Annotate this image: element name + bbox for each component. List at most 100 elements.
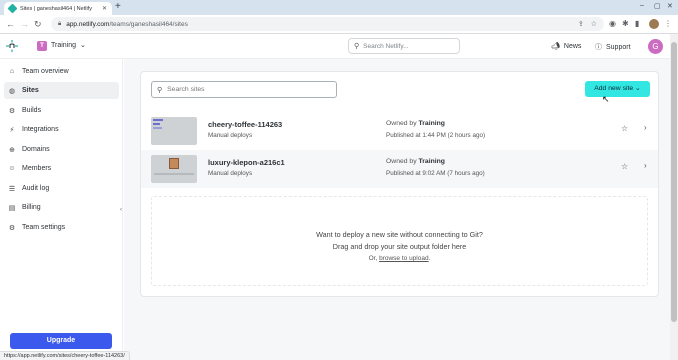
drag-drop-zone[interactable]: Want to deploy a new site without connec… <box>151 196 648 286</box>
forward-icon[interactable]: → <box>20 18 29 30</box>
sidebar-item-billing[interactable]: ▤ Billing <box>4 199 119 216</box>
sidebar-item-label: Domains <box>22 146 50 153</box>
sidebar-item-team-settings[interactable]: ⚙ Team settings <box>4 219 119 236</box>
collapse-sidebar-icon[interactable]: ‹ <box>120 207 122 213</box>
site-published: Published at 1:44 PM (2 hours ago) <box>386 132 486 139</box>
site-owner: Owned by Training <box>386 158 445 165</box>
address-bar[interactable]: 🔒︎ app.netlify.com/teams/ganeshasil464/s… <box>51 17 604 31</box>
search-netlify-input[interactable]: ⚲ Search Netlify... <box>348 38 460 54</box>
favorite-star-icon[interactable]: ☆ <box>621 162 628 171</box>
site-owner: Owned by Training <box>386 120 445 127</box>
search-sites-input[interactable] <box>167 86 318 93</box>
sidebar-item-integrations[interactable]: ⚡ Integrations <box>4 121 119 138</box>
help-icon: ⓘ <box>595 44 602 51</box>
close-icon[interactable]: ✕ <box>102 5 107 12</box>
netlify-logo-icon[interactable] <box>5 39 19 53</box>
site-name[interactable]: luxury-klepon-a216c1 <box>208 158 285 167</box>
sidebar-item-team-overview[interactable]: ⌂ Team overview <box>4 63 119 80</box>
support-label: Support <box>606 43 631 51</box>
main-content: ⚲ Add new site ⌄ ↖ cheery-toffee-114263 … <box>124 59 670 360</box>
tab-title: Sites | ganeshasil464 | Netlify <box>20 5 92 12</box>
chevron-right-icon[interactable]: › <box>644 161 647 170</box>
search-netlify-placeholder: Search Netlify... <box>363 42 409 50</box>
team-switcher[interactable]: Training <box>51 42 76 49</box>
back-icon[interactable]: ← <box>6 18 15 30</box>
favorite-star-icon[interactable]: ☆ <box>621 124 628 133</box>
app-header: T Training ⌄ ⚲ Search Netlify... 📣︎ News… <box>0 34 670 59</box>
extension-icon[interactable]: ◉ <box>609 19 616 29</box>
site-row-luxury-klepon[interactable]: luxury-klepon-a216c1 Manual deploys Owne… <box>141 150 658 188</box>
sidebar-item-label: Team overview <box>22 68 69 75</box>
new-tab-icon[interactable]: + <box>115 1 121 13</box>
site-published: Published at 9:02 AM (7 hours ago) <box>386 170 485 177</box>
sidebar-item-label: Builds <box>22 107 42 114</box>
chevron-down-icon[interactable]: ⌄ <box>80 41 86 49</box>
drop-zone-instruction: Drag and drop your site output folder he… <box>332 242 467 251</box>
chevron-right-icon[interactable]: › <box>644 123 647 132</box>
browser-toolbar: ← → ↻ 🔒︎ app.netlify.com/teams/ganeshasi… <box>0 15 678 34</box>
sites-panel: ⚲ Add new site ⌄ ↖ cheery-toffee-114263 … <box>140 71 659 297</box>
home-icon: ⌂ <box>9 68 15 75</box>
page-scrollbar-thumb[interactable] <box>671 42 677 322</box>
sidebar-item-label: Members <box>22 165 52 172</box>
news-icon: 📣︎ <box>551 43 560 50</box>
news-label: News <box>563 42 582 50</box>
user-avatar[interactable]: G <box>648 39 663 54</box>
bookmark-star-icon[interactable]: ☆ <box>591 20 597 28</box>
search-sites-field[interactable]: ⚲ <box>151 81 337 98</box>
drop-zone-heading: Want to deploy a new site without connec… <box>316 230 483 239</box>
reload-icon[interactable]: ↻ <box>34 18 42 30</box>
domains-icon: ⊕ <box>9 146 15 154</box>
audit-log-icon: ☰ <box>8 185 16 193</box>
site-name[interactable]: cheery-toffee-114263 <box>208 120 282 129</box>
puzzle-icon[interactable]: ✱ <box>622 19 629 29</box>
chevron-down-icon: ⌄ <box>635 85 641 92</box>
add-new-site-button[interactable]: Add new site ⌄ <box>585 81 650 97</box>
mouse-cursor-icon: ↖ <box>602 94 610 104</box>
site-row-cheery-toffee[interactable]: cheery-toffee-114263 Manual deploys Owne… <box>141 112 658 150</box>
sidebar-item-label: Billing <box>22 204 41 211</box>
sidebar-item-label: Team settings <box>22 224 66 231</box>
sidebar-item-domains[interactable]: ⊕ Domains <box>4 141 119 158</box>
sidepanel-icon[interactable]: ▮ <box>635 19 639 29</box>
browser-tab[interactable]: Sites | ganeshasil464 | Netlify ✕ <box>4 2 112 15</box>
sidebar-item-builds[interactable]: ⚙ Builds <box>4 102 119 119</box>
search-icon: ⚲ <box>157 86 163 94</box>
integrations-icon: ⚡ <box>9 126 15 134</box>
builds-icon: ⚙ <box>8 107 16 115</box>
news-link[interactable]: 📣︎ News <box>551 42 582 51</box>
minimize-icon[interactable]: – <box>640 2 644 9</box>
sidebar-item-label: Audit log <box>22 185 50 192</box>
sidebar-item-members[interactable]: ☺ Members <box>4 160 119 177</box>
drop-zone-browse: Or, browse to upload. <box>368 255 431 262</box>
site-deploy-type: Manual deploys <box>208 170 253 177</box>
site-deploy-type: Manual deploys <box>208 132 253 139</box>
site-thumbnail <box>151 117 197 145</box>
sidebar-item-audit-log[interactable]: ☰ Audit log <box>4 180 119 197</box>
gear-icon: ⚙ <box>8 224 16 232</box>
url-text: app.netlify.com/teams/ganeshasil464/site… <box>66 20 188 28</box>
browser-tabbar: Sites | ganeshasil464 | Netlify ✕ + – ▢ … <box>0 0 678 15</box>
sidebar: ⌂ Team overview ◍ Sites ⚙ Builds ⚡ Integ… <box>0 59 123 360</box>
netlify-favicon-icon <box>7 3 18 14</box>
billing-icon: ▤ <box>8 204 16 212</box>
members-icon: ☺ <box>8 165 16 172</box>
link-status-bar: https://app.netlify.com/sites/cheery-tof… <box>0 351 130 360</box>
team-badge[interactable]: T <box>37 41 47 51</box>
window-close-icon[interactable]: ✕ <box>667 2 673 10</box>
share-icon[interactable]: ⇪ <box>578 20 584 28</box>
sidebar-item-label: Integrations <box>22 126 59 133</box>
add-new-site-label: Add new site <box>594 85 634 92</box>
browse-to-upload-link[interactable]: browse to upload <box>379 255 429 262</box>
globe-icon: ◍ <box>8 87 16 95</box>
sidebar-item-sites[interactable]: ◍ Sites <box>4 82 119 99</box>
browser-profile-avatar[interactable] <box>649 19 659 29</box>
site-thumbnail <box>151 155 197 183</box>
lock-icon: 🔒︎ <box>58 20 62 27</box>
search-icon: ⚲ <box>354 43 360 50</box>
sidebar-item-label: Sites <box>22 87 39 94</box>
browser-menu-icon[interactable]: ⋮ <box>664 19 672 29</box>
support-link[interactable]: ⓘ Support <box>595 42 631 52</box>
maximize-icon[interactable]: ▢ <box>654 2 661 10</box>
upgrade-button[interactable]: Upgrade <box>10 333 112 349</box>
